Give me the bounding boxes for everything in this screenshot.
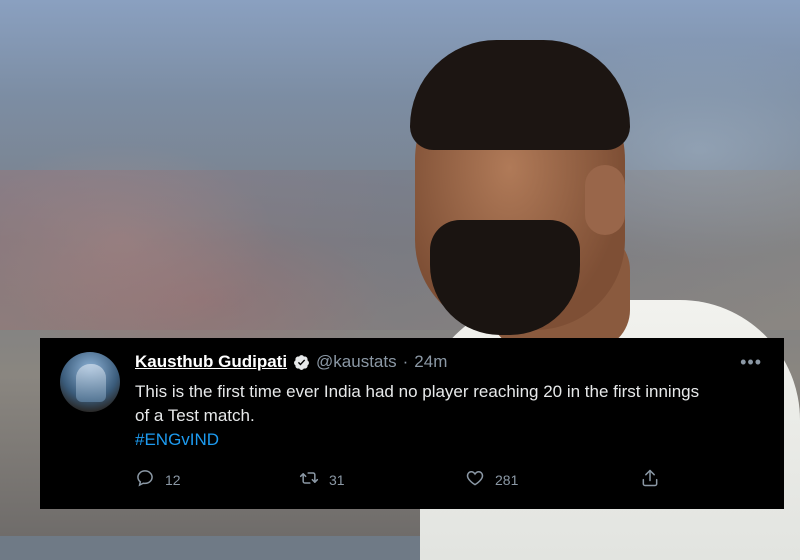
reply-button[interactable]: 12 (135, 468, 181, 491)
tweet-text-line-2: of a Test match. (135, 406, 255, 425)
reply-count: 12 (165, 471, 181, 488)
separator-dot: · (402, 352, 409, 371)
author-name[interactable]: Kausthub Gudipati (135, 352, 287, 372)
author-handle[interactable]: @kaustats (316, 352, 397, 372)
tweet-header: Kausthub Gudipati @kaustats · 24m (135, 352, 447, 372)
heart-icon (465, 468, 485, 491)
more-options-icon[interactable]: ••• (740, 352, 762, 373)
verified-badge-icon (293, 354, 310, 371)
share-button[interactable] (640, 468, 660, 491)
player-ear (585, 165, 625, 235)
like-button[interactable]: 281 (465, 468, 518, 491)
author-avatar[interactable] (60, 352, 120, 412)
tweet-text-line-1: This is the first time ever India had no… (135, 382, 700, 401)
player-hair (410, 40, 630, 150)
like-count: 281 (495, 471, 519, 488)
tweet-card: Kausthub Gudipati @kaustats · 24m ••• Th… (40, 338, 784, 509)
avatar-image (76, 364, 106, 402)
hashtag-link[interactable]: #ENGvIND (135, 428, 765, 452)
reply-icon (135, 468, 155, 491)
tweet-timestamp[interactable]: 24m (414, 352, 447, 372)
tweet-actions: 12 31 281 (135, 468, 675, 492)
tweet-text: This is the first time ever India had no… (135, 380, 765, 452)
retweet-icon (299, 468, 319, 491)
share-icon (640, 468, 660, 491)
retweet-button[interactable]: 31 (299, 468, 345, 491)
retweet-count: 31 (329, 471, 345, 488)
